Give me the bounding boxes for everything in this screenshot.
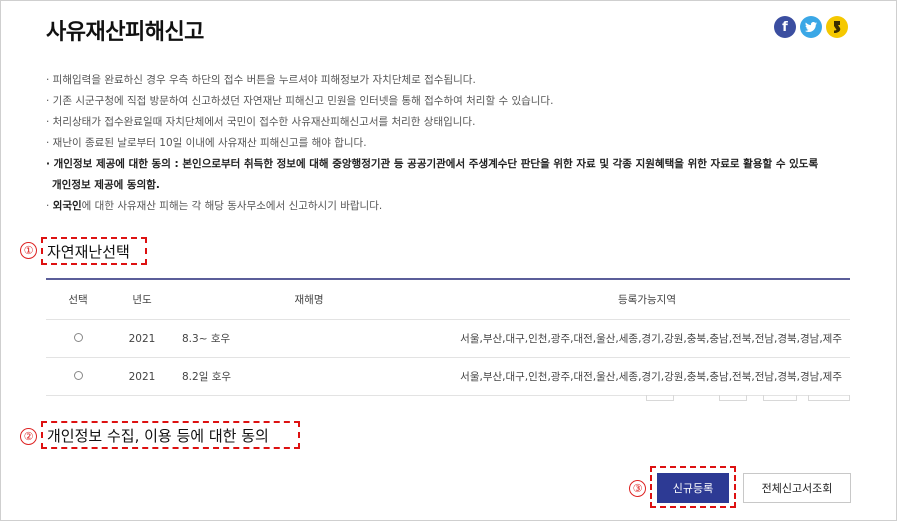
select-radio[interactable] (73, 332, 83, 342)
pager-fragment (646, 395, 674, 401)
social-share-bar: f (774, 16, 848, 38)
disaster-table: 선택 년도 재해명 등록가능지역 2021 8.3~ 호우 서울,부산,대구,인… (46, 278, 850, 396)
row-region: 서울,부산,대구,인천,광주,대전,울산,세종,경기,강원,충북,충남,전북,전… (460, 333, 842, 345)
row-year: 2021 (128, 332, 156, 345)
row-disaster-name: 8.2일 호우 (182, 371, 232, 383)
notice-item-foreigner: · 외국인에 대한 사유재산 피해는 각 해당 동사무소에서 신고하시기 바랍니… (46, 196, 866, 217)
view-all-reports-button[interactable]: 전체신고서조회 (743, 473, 851, 503)
step-1-highlight: 자연재난선택 (41, 237, 147, 265)
step-1-marker: ① (20, 242, 37, 259)
header-disaster-name: 재해명 (294, 294, 324, 306)
row-select-cell (46, 332, 110, 345)
notice-prefix: · (46, 200, 53, 212)
row-disaster-name: 8.3~ 호우 (182, 333, 231, 345)
step-3-marker: ③ (629, 480, 646, 497)
notice-highlight: 외국인 (52, 200, 82, 212)
notice-list: · 피해입력을 완료하신 경우 우측 하단의 접수 버튼을 누르셔야 피해정보가… (46, 70, 866, 217)
step-2-highlight: 개인정보 수집, 이용 등에 대한 동의 (41, 421, 300, 449)
pager-fragment (719, 395, 747, 401)
notice-text: 에 대한 사유재산 피해는 각 해당 동사무소에서 신고하시기 바랍니다. (81, 200, 383, 212)
section-title-privacy-consent[interactable]: 개인정보 수집, 이용 등에 대한 동의 (47, 425, 269, 446)
notice-item-consent: · 개인정보 제공에 대한 동의 : 본인으로부터 취득한 정보에 대해 중앙행… (46, 158, 819, 170)
table-row[interactable]: 2021 8.2일 호우 서울,부산,대구,인천,광주,대전,울산,세종,경기,… (46, 358, 850, 396)
notice-item: · 피해입력을 완료하신 경우 우측 하단의 접수 버튼을 누르셔야 피해정보가… (46, 74, 476, 86)
row-region: 서울,부산,대구,인천,광주,대전,울산,세종,경기,강원,충북,충남,전북,전… (460, 371, 842, 383)
row-year: 2021 (128, 370, 156, 383)
pager-fragment (763, 395, 797, 401)
select-radio[interactable] (73, 370, 83, 380)
step-2-marker: ② (20, 428, 37, 445)
header-year: 년도 (132, 294, 152, 306)
header-region: 등록가능지역 (618, 294, 676, 306)
notice-item: · 기존 시군구청에 직접 방문하여 신고하셨던 자연재난 피해신고 민원을 인… (46, 95, 554, 107)
header-select: 선택 (68, 294, 88, 306)
row-select-cell (46, 370, 110, 383)
facebook-icon[interactable]: f (774, 16, 796, 38)
page-title: 사유재산피해신고 (46, 20, 204, 45)
notice-item-consent-cont: 개인정보 제공에 동의함. (52, 179, 160, 191)
table-row[interactable]: 2021 8.3~ 호우 서울,부산,대구,인천,광주,대전,울산,세종,경기,… (46, 320, 850, 358)
pager-fragment (808, 395, 850, 401)
notice-item: · 처리상태가 접수완료일때 자치단체에서 국민이 접수한 사유재산피해신고서를… (46, 116, 476, 128)
kakaostory-icon[interactable] (826, 16, 848, 38)
table-header: 선택 년도 재해명 등록가능지역 (46, 280, 850, 320)
notice-item: · 재난이 종료된 날로부터 10일 이내에 사유재산 피해신고를 해야 합니다… (46, 137, 367, 149)
twitter-icon[interactable] (800, 16, 822, 38)
section-title-disaster-select: 자연재난선택 (47, 242, 130, 261)
new-register-button[interactable]: 신규등록 (657, 473, 729, 503)
